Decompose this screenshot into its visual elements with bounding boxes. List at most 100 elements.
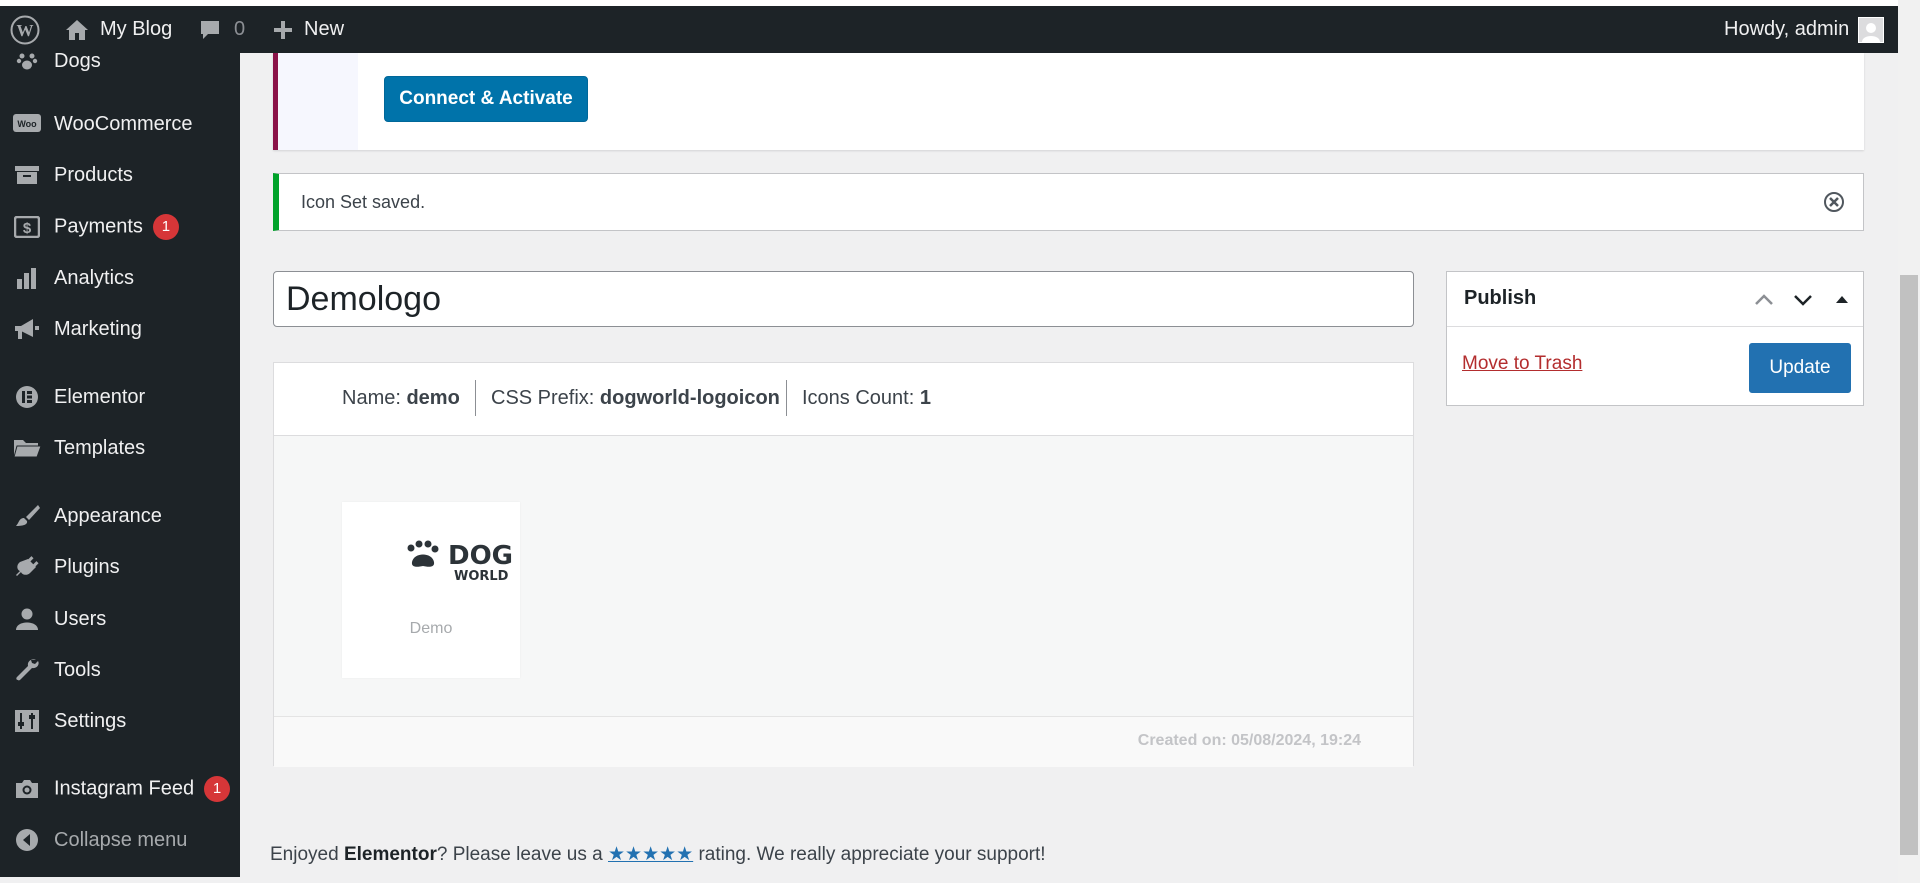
collapse-arrow-icon	[12, 829, 42, 851]
dismiss-icon[interactable]	[1823, 191, 1845, 213]
scrollbar-thumb[interactable]	[1900, 275, 1918, 855]
move-to-trash-link[interactable]: Move to Trash	[1462, 353, 1582, 375]
title-input[interactable]: Demologo	[273, 271, 1414, 327]
connect-activate-button[interactable]: Connect & Activate	[384, 76, 588, 122]
menu-label: Instagram Feed	[54, 777, 195, 800]
prefix-label: CSS Prefix:	[491, 387, 595, 409]
menu-label: Collapse menu	[54, 828, 188, 851]
menu-item-products[interactable]: Products	[0, 155, 240, 195]
success-notice: Icon Set saved.	[273, 173, 1864, 231]
menu-item-settings[interactable]: Settings	[0, 701, 240, 741]
sliders-icon	[12, 710, 42, 732]
footer-brand: Elementor	[343, 844, 437, 865]
publish-header: Publish	[1447, 272, 1863, 327]
brush-icon	[12, 505, 42, 527]
svg-text:W: W	[17, 21, 34, 40]
menu-item-appearance[interactable]: Appearance	[0, 496, 240, 536]
created-row: Created on: 05/08/2024, 19:24	[274, 716, 1413, 767]
name-label: Name:	[342, 387, 401, 409]
comments-count: 0	[234, 18, 246, 40]
move-down-icon[interactable]	[1792, 289, 1814, 311]
icon-set-info: Name: demo CSS Prefix: dogworld-logoicon…	[273, 362, 1414, 436]
menu-item-payments[interactable]: $ Payments 1	[0, 207, 240, 247]
count-info: Icons Count: 1	[802, 387, 931, 410]
menu-label: Appearance	[54, 504, 162, 527]
footer-pre: Enjoyed	[270, 844, 344, 865]
menu-label: Users	[54, 607, 107, 630]
menu-label: Products	[54, 163, 133, 186]
dog-world-logo-icon: DOG WORLD	[402, 538, 514, 591]
comments-link[interactable]: 0	[198, 6, 245, 53]
menu-item-marketing[interactable]: Marketing	[0, 309, 240, 349]
menu-label: Payments	[54, 215, 143, 238]
comment-icon	[198, 18, 222, 42]
new-content-link[interactable]: New	[272, 6, 344, 53]
rating-stars-link[interactable]: ★★★★★	[608, 844, 693, 865]
footer-mid: ? Please leave us a	[436, 844, 608, 865]
menu-item-elementor[interactable]: Elementor	[0, 377, 240, 417]
count-label: Icons Count:	[802, 387, 915, 409]
menu-label: Dogs	[54, 53, 101, 72]
name-info: Name: demo	[342, 387, 460, 410]
plug-icon	[12, 556, 42, 578]
folder-icon	[12, 437, 42, 459]
admin-sidebar: Dogs Woo WooCommerce Products $ Payments…	[0, 53, 240, 883]
divider	[475, 380, 476, 416]
footer-post: rating. We really appreciate your suppor…	[693, 844, 1046, 865]
wrench-icon	[12, 659, 42, 681]
megaphone-icon	[12, 318, 42, 340]
wordpress-logo-icon[interactable]: W	[10, 6, 40, 53]
site-name: My Blog	[100, 18, 173, 40]
home-icon	[64, 18, 90, 42]
prefix-value: dogworld-logoicon	[599, 387, 780, 409]
menu-label: Settings	[54, 709, 127, 732]
menu-item-tools[interactable]: Tools	[0, 650, 240, 690]
name-value: demo	[406, 387, 460, 409]
menu-item-plugins[interactable]: Plugins	[0, 547, 240, 587]
update-button[interactable]: Update	[1749, 343, 1851, 393]
paw-icon	[12, 53, 42, 72]
menu-item-templates[interactable]: Templates	[0, 428, 240, 468]
notice-message: Icon Set saved.	[301, 192, 426, 212]
menu-label: Templates	[54, 436, 146, 459]
toggle-panel-icon[interactable]	[1831, 289, 1853, 311]
notification-badge: 1	[204, 776, 231, 802]
created-date: Created on: 05/08/2024, 19:24	[1137, 732, 1361, 749]
page-bottom-edge	[0, 877, 1898, 883]
user-icon	[12, 608, 42, 630]
notification-badge: 1	[152, 214, 179, 240]
menu-item-users[interactable]: Users	[0, 599, 240, 639]
menu-label: Tools	[54, 658, 101, 681]
new-label: New	[304, 18, 345, 40]
svg-text:Woo: Woo	[17, 119, 37, 129]
menu-label: Analytics	[54, 266, 135, 289]
bar-chart-icon	[12, 267, 42, 289]
menu-item-analytics[interactable]: Analytics	[0, 258, 240, 298]
svg-text:WORLD: WORLD	[454, 569, 509, 584]
publish-title: Publish	[1464, 287, 1537, 309]
prefix-info: CSS Prefix: dogworld-logoicon	[491, 387, 780, 410]
move-up-icon[interactable]	[1753, 289, 1775, 311]
menu-label: WooCommerce	[54, 112, 193, 135]
menu-item-woocommerce[interactable]: Woo WooCommerce	[0, 104, 240, 144]
plus-icon	[272, 19, 294, 41]
menu-label: Elementor	[54, 385, 146, 408]
publish-box: Publish Move to Trash Update	[1446, 271, 1864, 406]
icon-card[interactable]: DOG WORLD Demo	[342, 502, 520, 678]
archive-icon	[12, 164, 42, 186]
menu-label: Marketing	[54, 317, 142, 340]
greeting: Howdy, admin	[1724, 18, 1850, 40]
footer-rating-text: Enjoyed Elementor? Please leave us a ★★★…	[270, 843, 1046, 866]
count-value: 1	[919, 387, 931, 409]
admin-bar: W My Blog 0 New Howdy, admin	[0, 6, 1898, 53]
avatar	[1858, 16, 1885, 43]
account-menu[interactable]: Howdy, admin	[1724, 6, 1885, 53]
menu-label: Plugins	[54, 555, 120, 578]
icons-grid: DOG WORLD Demo Created on: 05/08/2024, 1…	[273, 436, 1414, 767]
elementor-icon	[12, 386, 42, 408]
divider	[786, 380, 787, 416]
menu-item-instagram-feed[interactable]: Instagram Feed 1	[0, 769, 240, 809]
collapse-menu-button[interactable]: Collapse menu	[0, 820, 240, 860]
menu-item-dogs[interactable]: Dogs	[0, 53, 240, 81]
site-home-link[interactable]: My Blog	[64, 6, 172, 53]
